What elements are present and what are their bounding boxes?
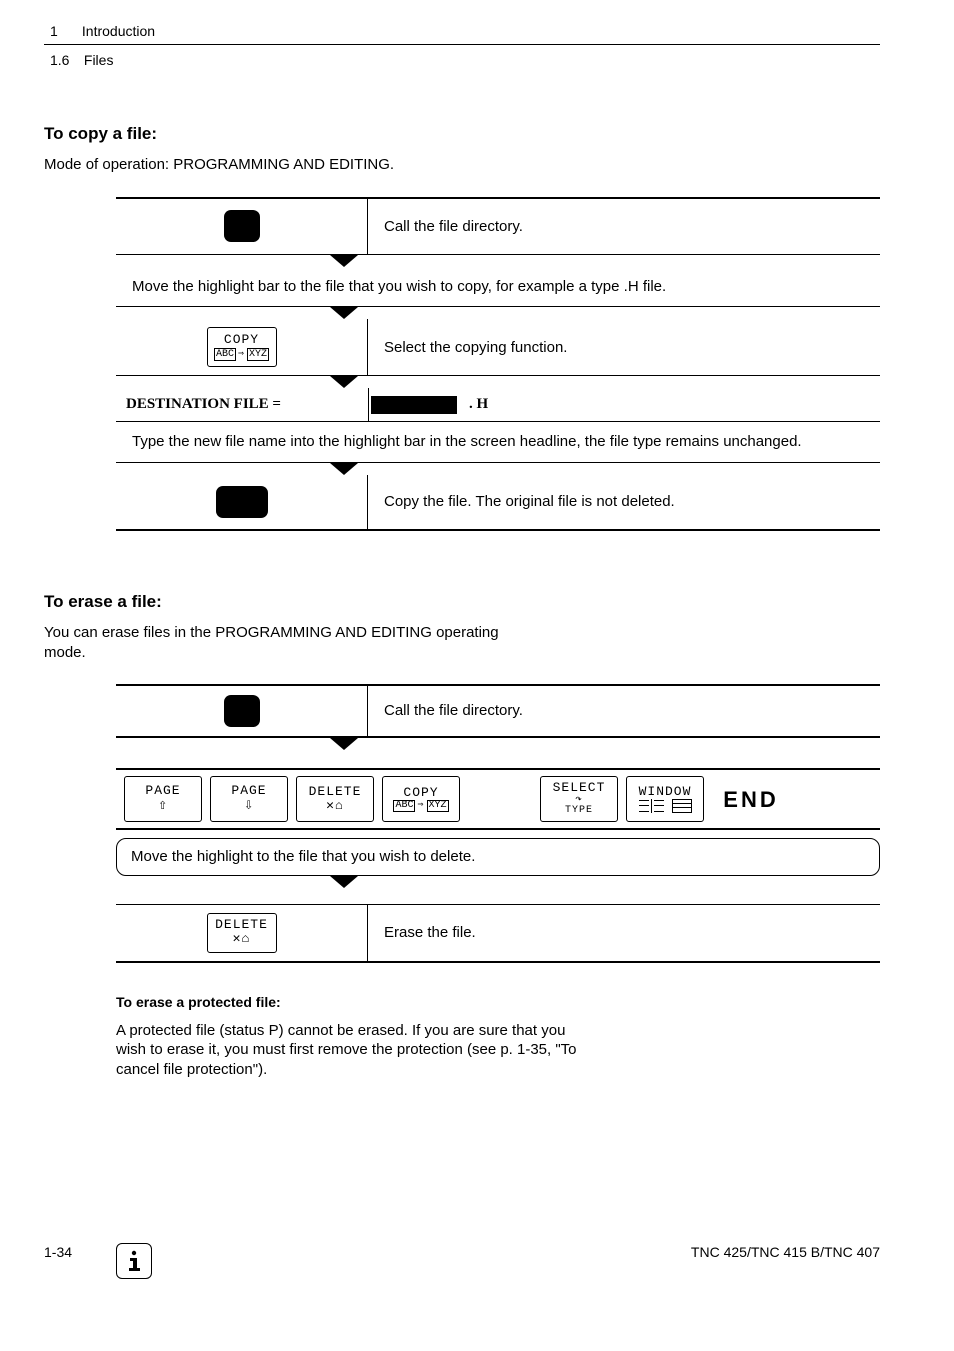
softkey-label: WINDOW bbox=[639, 785, 692, 799]
destination-input[interactable] bbox=[371, 396, 457, 414]
copy-step-1: Call the file directory. bbox=[116, 199, 880, 255]
step-text: Call the file directory. bbox=[368, 686, 880, 736]
arrow-icon bbox=[116, 307, 880, 319]
erase-steps-1: Call the file directory. bbox=[116, 684, 880, 738]
header-section: 1.6 Files bbox=[50, 51, 880, 73]
copy-title: To copy a file: bbox=[44, 123, 880, 145]
end-softkey[interactable]: END bbox=[712, 776, 790, 822]
softkey-label: DELETE bbox=[309, 785, 362, 799]
erase-title: To erase a file: bbox=[44, 591, 880, 613]
copy-step-4-text: Type the new file name into the highligh… bbox=[116, 422, 880, 463]
softkey-label: COPY bbox=[224, 333, 259, 347]
section-title: Files bbox=[84, 52, 114, 68]
softkey-label: DELETE bbox=[215, 918, 268, 932]
step-key-cell bbox=[116, 475, 368, 529]
destination-label: DESTINATION FILE = bbox=[116, 395, 281, 415]
step-text: Call the file directory. bbox=[368, 199, 880, 254]
select-type-softkey[interactable]: SELECT ↷ TYPE bbox=[540, 776, 618, 822]
protected-text: A protected file (status P) cannot be er… bbox=[116, 1021, 596, 1080]
copy-mode-text: Mode of operation: PROGRAMMING AND EDITI… bbox=[44, 155, 544, 175]
softkey-bar: PAGE ⇧ PAGE ⇩ DELETE ✕⌂ COPY ABC⇒XYZ SEL… bbox=[116, 768, 880, 830]
page-down-softkey[interactable]: PAGE ⇩ bbox=[210, 776, 288, 822]
delete-softkey[interactable]: DELETE ✕⌂ bbox=[207, 913, 277, 953]
page-footer: 1-34 TNC 425/TNC 415 B/TNC 407 bbox=[44, 1243, 880, 1261]
softkey-label: END bbox=[723, 788, 778, 811]
step-key-cell: COPY ABC⇒XYZ bbox=[116, 319, 368, 375]
erase-steps-2: DELETE ✕⌂ Erase the file. bbox=[116, 904, 880, 963]
copy-abcxyz-icon: ABC⇒XYZ bbox=[214, 348, 269, 361]
info-icon bbox=[116, 1243, 152, 1279]
arrow-icon bbox=[116, 876, 880, 888]
protected-title: To erase a protected file: bbox=[116, 993, 880, 1011]
window-icon bbox=[639, 799, 692, 813]
step-text: Erase the file. bbox=[368, 905, 880, 961]
softkey-label: PAGE bbox=[231, 784, 266, 798]
arrow-down-icon: ⇩ bbox=[244, 798, 254, 814]
destination-ext: . H bbox=[459, 395, 488, 415]
arrow-icon bbox=[116, 376, 880, 388]
step-text: Move the highlight bar to the file that … bbox=[116, 267, 880, 307]
chapter-number: 1 bbox=[50, 22, 78, 40]
softkey-label-2: TYPE bbox=[565, 806, 593, 817]
step-text: Copy the file. The original file is not … bbox=[368, 475, 880, 529]
step-text: Select the copying function. bbox=[368, 319, 880, 375]
pgm-mgt-key-icon[interactable] bbox=[224, 695, 260, 727]
delete-softkey[interactable]: DELETE ✕⌂ bbox=[296, 776, 374, 822]
trash-icon: ✕⌂ bbox=[233, 932, 251, 946]
copy-abcxyz-icon: ABC⇒XYZ bbox=[393, 800, 448, 813]
copy-step-3: COPY ABC⇒XYZ Select the copying function… bbox=[116, 319, 880, 376]
arrow-icon bbox=[116, 738, 880, 750]
softkey-label: PAGE bbox=[145, 784, 180, 798]
step-text: Type the new file name into the highligh… bbox=[116, 422, 880, 462]
header-chapter: 1 Introduction bbox=[50, 22, 880, 44]
copy-step-4-prompt: DESTINATION FILE = . H bbox=[116, 388, 880, 422]
copy-softkey[interactable]: COPY ABC⇒XYZ bbox=[207, 327, 277, 367]
execute-key-icon[interactable] bbox=[216, 486, 268, 518]
pgm-mgt-key-icon[interactable] bbox=[224, 210, 260, 242]
erase-step-1: Call the file directory. bbox=[116, 686, 880, 738]
page-up-softkey[interactable]: PAGE ⇧ bbox=[124, 776, 202, 822]
trash-icon: ✕⌂ bbox=[326, 799, 344, 813]
step-key-cell: DELETE ✕⌂ bbox=[116, 905, 368, 961]
page-number: 1-34 bbox=[44, 1243, 72, 1261]
arrow-icon bbox=[116, 255, 880, 267]
softkey-label: SELECT bbox=[553, 781, 606, 795]
header-rule bbox=[44, 44, 880, 45]
step-key-cell bbox=[116, 199, 368, 254]
section-number: 1.6 bbox=[50, 51, 80, 69]
chapter-title: Introduction bbox=[82, 23, 155, 39]
erase-step-3: DELETE ✕⌂ Erase the file. bbox=[116, 905, 880, 963]
window-softkey[interactable]: WINDOW bbox=[626, 776, 704, 822]
erase-intro: You can erase files in the PROGRAMMING A… bbox=[44, 623, 544, 662]
copy-step-2: Move the highlight bar to the file that … bbox=[116, 267, 880, 308]
softkey-label: COPY bbox=[403, 786, 438, 800]
erase-step-2: Move the highlight to the file that you … bbox=[116, 838, 880, 876]
copy-steps: Call the file directory. Move the highli… bbox=[116, 197, 880, 531]
copy-softkey[interactable]: COPY ABC⇒XYZ bbox=[382, 776, 460, 822]
footer-model: TNC 425/TNC 415 B/TNC 407 bbox=[691, 1243, 880, 1261]
arrow-up-icon: ⇧ bbox=[158, 798, 168, 814]
arrow-icon bbox=[116, 463, 880, 475]
step-key-cell bbox=[116, 686, 368, 736]
copy-step-5: Copy the file. The original file is not … bbox=[116, 475, 880, 531]
